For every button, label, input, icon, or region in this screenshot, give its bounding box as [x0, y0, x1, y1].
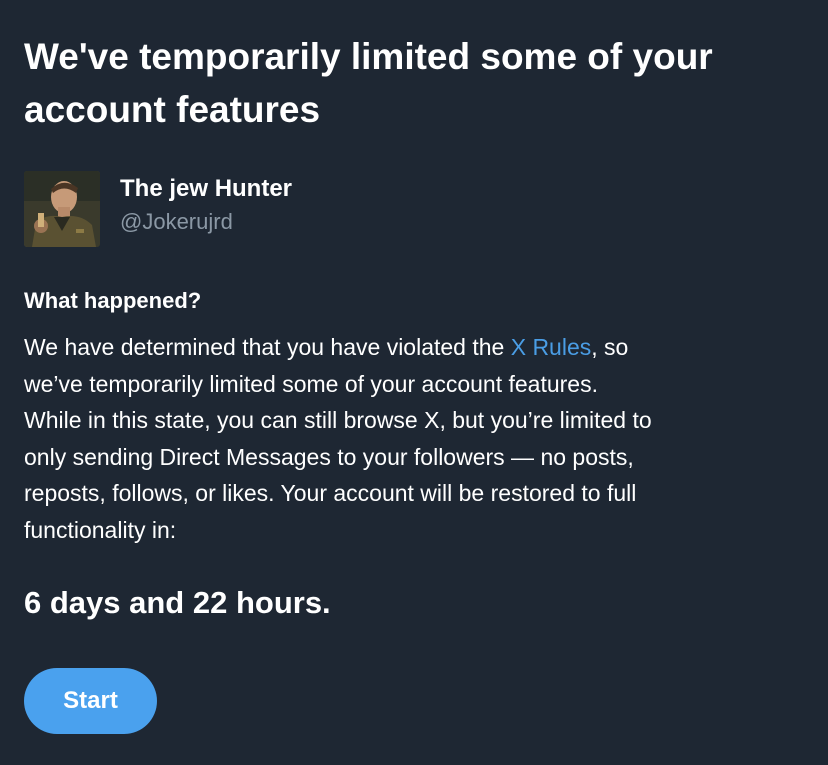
- display-name: The jew Hunter: [120, 175, 293, 202]
- description-text: , so: [591, 334, 629, 360]
- account-card: The jew Hunter @Jokerujrd: [24, 171, 524, 247]
- description-line: We have determined that you have violate…: [24, 329, 814, 366]
- restriction-countdown: 6 days and 22 hours.: [24, 585, 331, 620]
- avatar: [24, 171, 100, 247]
- description-text: We have determined that you have violate…: [24, 334, 511, 360]
- description-line: reposts, follows, or likes. Your account…: [24, 480, 637, 506]
- page-title: We've temporarily limited some of your a…: [24, 36, 713, 130]
- account-handle: @Jokerujrd: [120, 209, 233, 234]
- x-rules-link[interactable]: X Rules: [511, 334, 592, 360]
- description-line: functionality in:: [24, 516, 177, 543]
- what-happened-heading: What happened?: [24, 288, 202, 313]
- description-line: we’ve temporarily limited some of your a…: [24, 370, 598, 397]
- start-button[interactable]: Start: [24, 668, 157, 734]
- description-line: While in this state, you can still brows…: [24, 407, 652, 433]
- description-line: only sending Direct Messages to your fol…: [24, 443, 634, 470]
- notice-description: We have determined that you have violate…: [24, 329, 814, 548]
- profile-photo-icon: [24, 171, 100, 247]
